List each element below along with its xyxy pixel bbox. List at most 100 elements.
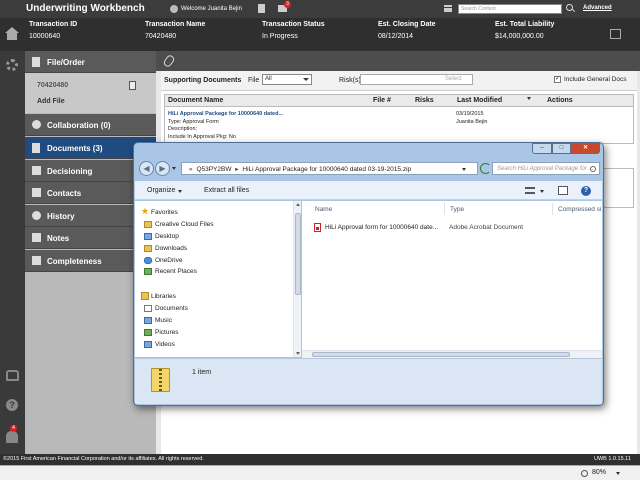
- maximize-button[interactable]: □: [552, 143, 571, 154]
- music-icon: [144, 317, 152, 324]
- folder-icon: [32, 57, 40, 67]
- search-icon[interactable]: [590, 166, 596, 172]
- document-title-link[interactable]: HiLi Approval Package for 10000640 dated…: [168, 111, 630, 119]
- nav-contacts-label: Contacts: [47, 189, 82, 198]
- file-list-h-scrollbar[interactable]: [302, 350, 602, 358]
- nav-notes-label: Notes: [47, 234, 70, 243]
- phone-icon[interactable]: [6, 370, 19, 381]
- lib-item-videos[interactable]: Videos: [144, 341, 175, 348]
- column-divider[interactable]: [552, 203, 553, 215]
- search-input[interactable]: Search Content: [458, 4, 562, 14]
- lib-item-music[interactable]: Music: [144, 317, 172, 324]
- risk-filter-select[interactable]: Select: [360, 74, 473, 85]
- total-liability: Est. Total Liability $14,000,000.00: [495, 21, 554, 40]
- bell-icon[interactable]: [6, 431, 18, 443]
- menu-icon[interactable]: [444, 5, 452, 12]
- breadcrumb-zip[interactable]: HiLi Approval Package for 10000640 dated…: [242, 166, 411, 173]
- lib-item-documents[interactable]: Documents: [144, 305, 188, 312]
- minimize-button[interactable]: –: [532, 143, 552, 154]
- closing-date-label: Est. Closing Date: [378, 21, 436, 28]
- help-icon[interactable]: ?: [6, 399, 18, 411]
- nav-item-creative-cloud[interactable]: Creative Cloud Files: [144, 221, 214, 228]
- address-dropdown-icon[interactable]: [462, 168, 466, 171]
- back-button[interactable]: ◀: [139, 161, 154, 176]
- explorer-search-input[interactable]: Search HiLi Approval Package for ...: [492, 162, 600, 175]
- flag-icon[interactable]: [258, 4, 265, 13]
- preview-pane-icon[interactable]: [558, 186, 568, 195]
- col-type[interactable]: Type: [450, 206, 464, 213]
- chevron-down-icon[interactable]: [540, 190, 544, 193]
- nav-file-order[interactable]: File/Order: [25, 51, 156, 73]
- col-name[interactable]: Name: [315, 206, 332, 213]
- nav-item-onedrive[interactable]: OneDrive: [144, 257, 182, 264]
- file-type: Adobe Acrobat Document: [449, 224, 524, 231]
- nav-item-downloads[interactable]: Downloads: [144, 245, 187, 252]
- col-risks[interactable]: Risks: [415, 97, 434, 104]
- risk-filter-label: Risk(s): [339, 77, 361, 84]
- extract-all-button[interactable]: Extract all files: [204, 187, 249, 194]
- sort-desc-icon[interactable]: [527, 97, 531, 100]
- closing-date-value: 08/12/2014: [378, 33, 414, 40]
- search-icon[interactable]: [566, 4, 573, 11]
- views-icon[interactable]: [525, 187, 535, 194]
- scroll-down-icon[interactable]: [296, 352, 300, 355]
- scroll-up-icon[interactable]: [296, 203, 300, 206]
- close-button[interactable]: ✕: [571, 143, 600, 154]
- organize-button[interactable]: Organize: [147, 187, 175, 194]
- window-icon[interactable]: [610, 29, 621, 39]
- recent-pages-icon[interactable]: [172, 167, 176, 170]
- nav-item-recent-places[interactable]: Recent Places: [144, 268, 197, 275]
- app-title: Underwriting Workbench: [26, 3, 145, 14]
- chevron-down-icon[interactable]: [178, 190, 182, 193]
- table-row[interactable]: HiLi Approval Package for 10000640 dated…: [168, 111, 630, 141]
- breadcrumb-root[interactable]: Q53PY2BW: [196, 166, 231, 173]
- refresh-icon[interactable]: [480, 163, 491, 174]
- forward-button[interactable]: ▶: [155, 161, 170, 176]
- documents-icon: [32, 143, 40, 153]
- file-list-pane: Name Type Compressed si HiLi Approval fo…: [302, 201, 602, 357]
- transaction-name-value: 70420480: [145, 33, 177, 40]
- nav-decisioning-label: Decisioning: [47, 167, 93, 176]
- col-last-modified[interactable]: Last Modified: [457, 97, 502, 104]
- col-document-name[interactable]: Document Name: [168, 97, 223, 104]
- nav-pane-scrollbar[interactable]: [293, 201, 301, 357]
- welcome-user[interactable]: Welcome Juanita Bejin: [170, 5, 242, 13]
- nav-completeness-label: Completeness: [47, 257, 102, 266]
- zoom-level[interactable]: 80%: [592, 469, 606, 476]
- nav-item-label: Recent Places: [155, 268, 197, 275]
- transaction-status-label: Transaction Status: [262, 21, 325, 28]
- file-subpanel: 70420480 Add File: [25, 73, 156, 113]
- col-file-number[interactable]: File #: [373, 97, 391, 104]
- home-icon[interactable]: [5, 27, 19, 41]
- zoom-dropdown-icon[interactable]: [616, 472, 620, 475]
- notes-icon: [32, 233, 41, 242]
- help-icon[interactable]: ?: [581, 186, 591, 196]
- file-name[interactable]: HiLi Approval form for 10000640 date...: [325, 224, 438, 231]
- nav-item-label: Creative Cloud Files: [155, 221, 214, 228]
- file-filter-select[interactable]: All: [262, 74, 312, 85]
- favorites-label: Favorites: [151, 209, 178, 216]
- zoom-icon[interactable]: [581, 470, 588, 477]
- address-bar[interactable]: « Q53PY2BW ▸ HiLi Approval Package for 1…: [181, 162, 478, 175]
- include-general-label: Include General Docs: [564, 76, 627, 83]
- lib-item-label: Documents: [155, 305, 188, 312]
- col-compressed-size[interactable]: Compressed si: [558, 206, 601, 213]
- favorites-header[interactable]: ★ Favorites: [141, 207, 178, 217]
- add-file-button[interactable]: Add File: [37, 98, 65, 105]
- libraries-header[interactable]: Libraries: [141, 292, 176, 300]
- scroll-thumb[interactable]: [312, 352, 570, 357]
- include-general-checkbox[interactable]: ✓: [554, 76, 561, 83]
- nav-item-desktop[interactable]: Desktop: [144, 233, 179, 240]
- advanced-search-link[interactable]: Advanced: [583, 5, 612, 11]
- file-id[interactable]: 70420480: [37, 82, 68, 89]
- details-pane: 1 item: [135, 358, 602, 404]
- column-divider[interactable]: [444, 203, 445, 215]
- nav-collaboration[interactable]: Collaboration (0): [25, 114, 156, 136]
- welcome-text: Welcome Juanita Bejin: [181, 6, 242, 12]
- collaboration-icon: [32, 120, 41, 129]
- transaction-id-value: 10000640: [29, 33, 61, 40]
- lib-item-pictures[interactable]: Pictures: [144, 329, 178, 336]
- scroll-thumb[interactable]: [295, 213, 301, 295]
- gear-icon[interactable]: [6, 59, 18, 71]
- document-icon[interactable]: [129, 81, 136, 90]
